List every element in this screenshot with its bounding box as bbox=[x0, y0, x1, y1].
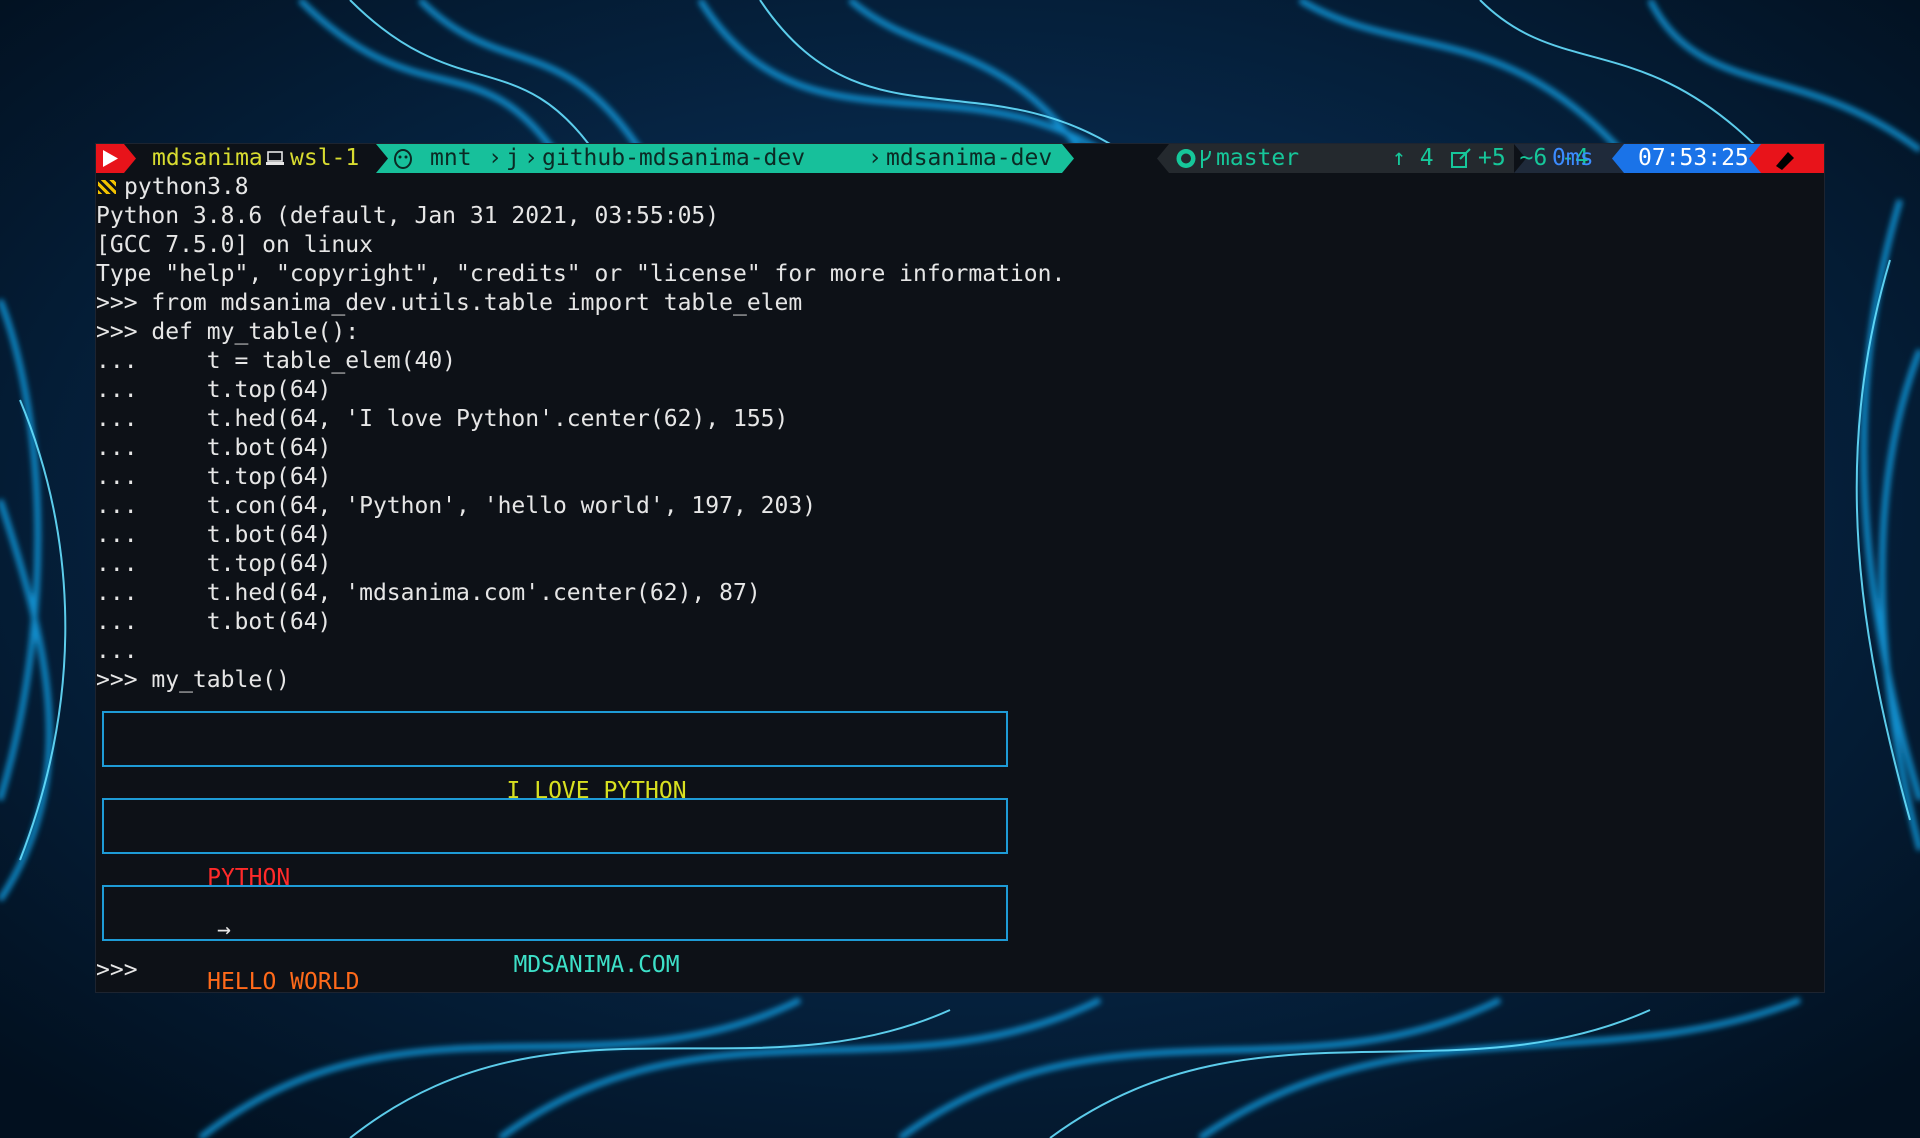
terminal-line: ... t = table_elem(40) bbox=[96, 348, 457, 374]
terminal-window[interactable]: mdsanima wsl-1 mnt › j › github-mdsanima… bbox=[96, 144, 1824, 992]
prompt-host: wsl-1 bbox=[290, 145, 360, 171]
terminal-line: Python 3.8.6 (default, Jan 31 2021, 03:5… bbox=[96, 203, 720, 229]
prompt-user: mdsanima bbox=[152, 145, 263, 171]
prompt-clock: 07:53:25 bbox=[1638, 145, 1749, 171]
final-prompt[interactable]: >>> bbox=[96, 956, 138, 985]
exec-time: 0ms bbox=[1552, 145, 1594, 171]
table-content-value: HELLO WORLD bbox=[207, 969, 360, 992]
terminal-line: ... t.hed(64, 'I love Python'.center(62)… bbox=[96, 406, 789, 432]
terminal-line: ... t.top(64) bbox=[96, 377, 332, 403]
table-header-mdsanima: MDSANIMA.COM bbox=[102, 885, 1008, 978]
table-content-row: PYTHON → HELLO WORLD bbox=[102, 798, 1008, 992]
terminal-line: ... bbox=[96, 638, 138, 664]
terminal-line: ... t.top(64) bbox=[96, 551, 332, 577]
python-wip-icon bbox=[98, 180, 116, 194]
terminal-line: python3.8 bbox=[124, 174, 249, 200]
table-header-love-python: I LOVE PYTHON bbox=[102, 711, 1008, 804]
terminal-line: ... t.bot(64) bbox=[96, 435, 332, 461]
prompt-path-3: mdsanima-dev bbox=[886, 145, 1053, 171]
github-icon bbox=[1176, 149, 1196, 168]
prompt-bar: mdsanima wsl-1 mnt › j › github-mdsanima… bbox=[96, 144, 1824, 173]
laptop-icon bbox=[266, 151, 284, 165]
prompt-path-2: github-mdsanima-dev bbox=[542, 145, 806, 171]
terminal-line: ... t.hed(64, 'mdsanima.com'.center(62),… bbox=[96, 580, 761, 606]
terminal-line: ... t.bot(64) bbox=[96, 522, 332, 548]
git-ahead: ↑ 4 bbox=[1392, 145, 1434, 171]
prompt-path-0: mnt bbox=[430, 145, 472, 171]
git-branch: master bbox=[1216, 145, 1300, 171]
terminal-line: >>> def my_table(): bbox=[96, 319, 360, 345]
terminal-line: ... t.con(64, 'Python', 'hello world', 1… bbox=[96, 493, 817, 519]
terminal-line: [GCC 7.5.0] on linux bbox=[96, 232, 373, 258]
terminal-line: Type "help", "copyright", "credits" or "… bbox=[96, 261, 1066, 287]
table-header-text: MDSANIMA.COM bbox=[513, 952, 680, 978]
terminal-line: ... t.top(64) bbox=[96, 464, 332, 490]
terminal-line: >>> from mdsanima_dev.utils.table import… bbox=[96, 290, 803, 316]
prompt-path-1: j bbox=[506, 145, 520, 171]
terminal-line: >>> my_table() bbox=[96, 667, 290, 693]
terminal-line: ... t.bot(64) bbox=[96, 609, 332, 635]
